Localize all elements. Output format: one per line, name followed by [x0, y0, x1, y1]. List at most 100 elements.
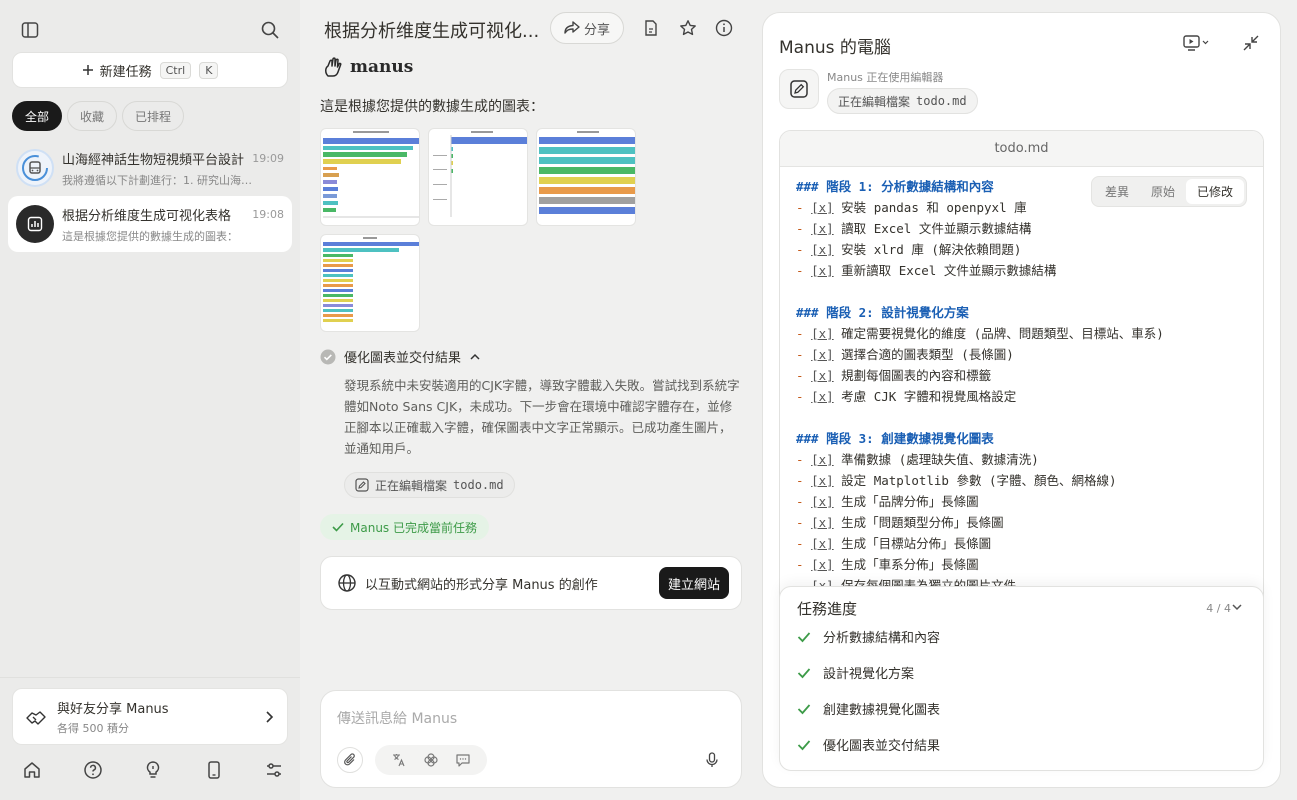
- step-header[interactable]: 優化圖表並交付結果: [320, 347, 481, 366]
- manus-logo: manus: [322, 56, 413, 78]
- code-heading: ### 階段 2: 設計視覺化方案: [796, 305, 969, 320]
- chart-thumbnail[interactable]: [320, 234, 420, 332]
- checkbox-mark: [x]: [811, 242, 834, 257]
- list-dash: -: [796, 242, 812, 257]
- checkbox-mark: [x]: [811, 389, 834, 404]
- file-icon[interactable]: [637, 14, 665, 42]
- checkbox-mark: [x]: [811, 347, 834, 362]
- progress-item-label: 優化圖表並交付結果: [823, 739, 941, 754]
- progress-item: 創建數據視覺化圖表: [797, 699, 940, 718]
- computer-title: Manus 的電腦: [779, 38, 891, 58]
- filter-all[interactable]: 全部: [12, 101, 63, 131]
- share-button[interactable]: 分享: [550, 12, 624, 44]
- info-icon[interactable]: [710, 14, 738, 42]
- apps-icon[interactable]: [423, 752, 439, 768]
- attach-button[interactable]: [337, 747, 363, 773]
- editor-content: ### 階段 1: 分析數據結構和內容 - [x] 安裝 pandas 和 ope…: [796, 176, 1164, 596]
- code-line: - [x] 生成「車系分佈」長條圖: [796, 557, 979, 572]
- code-line: - [x] 生成「問題類型分佈」長條圖: [796, 515, 1004, 530]
- progress-title: 任務進度: [797, 600, 858, 618]
- composer-tools: [375, 745, 487, 775]
- code-heading: ### 階段 3: 創建數據視覺化圖表: [796, 431, 994, 446]
- checkbox-mark: [x]: [811, 221, 834, 236]
- task-time: 19:08: [252, 208, 284, 221]
- bus-icon: [22, 155, 48, 181]
- list-dash: -: [796, 473, 812, 488]
- mobile-icon[interactable]: [204, 760, 224, 780]
- list-dash: -: [796, 200, 812, 215]
- check-icon: [797, 739, 811, 750]
- filter-scheduled[interactable]: 已排程: [122, 101, 185, 131]
- task-item-selected[interactable]: 根据分析维度生成可视化表格 這是根據您提供的數據生成的圖表： 19:08: [8, 196, 292, 252]
- check-icon: [797, 703, 811, 714]
- progress-item: 設計視覺化方案: [797, 663, 914, 682]
- chevron-down-icon[interactable]: [1223, 593, 1251, 621]
- tab-modified[interactable]: 已修改: [1185, 179, 1244, 204]
- list-dash: -: [796, 452, 812, 467]
- create-website-button[interactable]: 建立網站: [658, 567, 729, 599]
- globe-icon: [338, 574, 356, 592]
- collapse-icon[interactable]: [1237, 29, 1265, 57]
- task-progress-card: 任務進度 4 / 4 分析數據結構和內容 設計視覺化方案 創建數據視覺化圖表 優…: [779, 586, 1264, 771]
- new-task-button[interactable]: 新建任務 Ctrl K: [12, 52, 288, 88]
- list-dash: -: [796, 263, 812, 278]
- new-task-label: 新建任務: [99, 64, 152, 80]
- toggle-sidebar-icon[interactable]: [16, 16, 44, 44]
- share-label: 分享: [583, 22, 610, 38]
- task-item[interactable]: 山海經神話生物短視頻平台設計 我將遵循以下計劃進行：1. 研究山海經神話生物 1…: [8, 140, 292, 196]
- checkbox-mark: [x]: [811, 200, 834, 215]
- search-icon[interactable]: [256, 16, 284, 44]
- check-circle-icon: [320, 349, 336, 364]
- chat-bubble-icon[interactable]: [455, 752, 471, 768]
- checkbox-mark: [x]: [811, 557, 834, 572]
- lightbulb-icon[interactable]: [143, 760, 163, 780]
- conversation-title: 根据分析维度生成可视化...: [324, 21, 540, 42]
- sidebar-bottom-icons: [22, 760, 284, 780]
- chevron-right-icon: [266, 710, 274, 723]
- edit-icon: [355, 478, 369, 492]
- help-icon[interactable]: [83, 760, 103, 780]
- message-input[interactable]: 傳送訊息給 Manus: [337, 708, 457, 728]
- code-line: - [x] 生成「品牌分佈」長條圖: [796, 494, 979, 509]
- tab-diff[interactable]: 差異: [1094, 179, 1140, 204]
- tool-file: todo.md: [453, 478, 504, 492]
- check-icon: [797, 631, 811, 642]
- code-line: - [x] 確定需要視覺化的維度 (品牌、問題類型、目標站、車系): [796, 326, 1164, 341]
- check-icon: [797, 667, 811, 678]
- task-preview: 這是根據您提供的數據生成的圖表：: [62, 229, 238, 243]
- share-with-friends-card[interactable]: 與好友分享 Manus 各得 500 積分: [12, 688, 288, 745]
- progress-item-label: 創建數據視覺化圖表: [823, 703, 941, 718]
- tab-original[interactable]: 原始: [1140, 179, 1186, 204]
- editor-filename: todo.md: [780, 131, 1263, 167]
- task-avatar: [16, 149, 54, 187]
- code-line: - [x] 設定 Matplotlib 參數 (字體、顏色、網格線): [796, 473, 1117, 488]
- assistant-message: 這是根據您提供的數據生成的圖表：: [320, 99, 544, 115]
- microphone-icon: [706, 752, 718, 767]
- agent-action: 正在編輯檔案: [838, 94, 911, 109]
- star-icon[interactable]: [674, 14, 702, 42]
- list-dash: -: [796, 221, 812, 236]
- translate-icon[interactable]: [391, 752, 407, 768]
- checkbox-mark: [x]: [811, 536, 834, 551]
- task-title: 根据分析维度生成可视化表格: [62, 208, 232, 224]
- step-description: 發現系統中未安裝適用的CJK字體，導致字體載入失敗。嘗試找到系統字體如Noto …: [344, 378, 740, 456]
- checkbox-mark: [x]: [811, 494, 834, 509]
- chart-thumbnail[interactable]: [536, 128, 636, 226]
- message-composer[interactable]: 傳送訊息給 Manus: [320, 690, 742, 788]
- paperclip-icon: [344, 753, 355, 766]
- display-mode-icon[interactable]: [1179, 29, 1213, 57]
- agent-file: todo.md: [916, 94, 967, 108]
- chart-thumbnail[interactable]: [320, 128, 420, 226]
- share-title: 與好友分享 Manus: [57, 701, 169, 717]
- settings-sliders-icon[interactable]: [264, 760, 284, 780]
- chevron-up-icon: [470, 353, 480, 360]
- home-icon[interactable]: [22, 760, 42, 780]
- microphone-button[interactable]: [699, 747, 725, 773]
- done-label: Manus 已完成當前任務: [350, 520, 477, 535]
- chart-thumbnail[interactable]: [428, 128, 528, 226]
- tool-call-pill[interactable]: 正在編輯檔案 todo.md: [344, 472, 515, 498]
- filter-favorites[interactable]: 收藏: [67, 101, 118, 131]
- progress-item-label: 分析數據結構和內容: [823, 631, 941, 646]
